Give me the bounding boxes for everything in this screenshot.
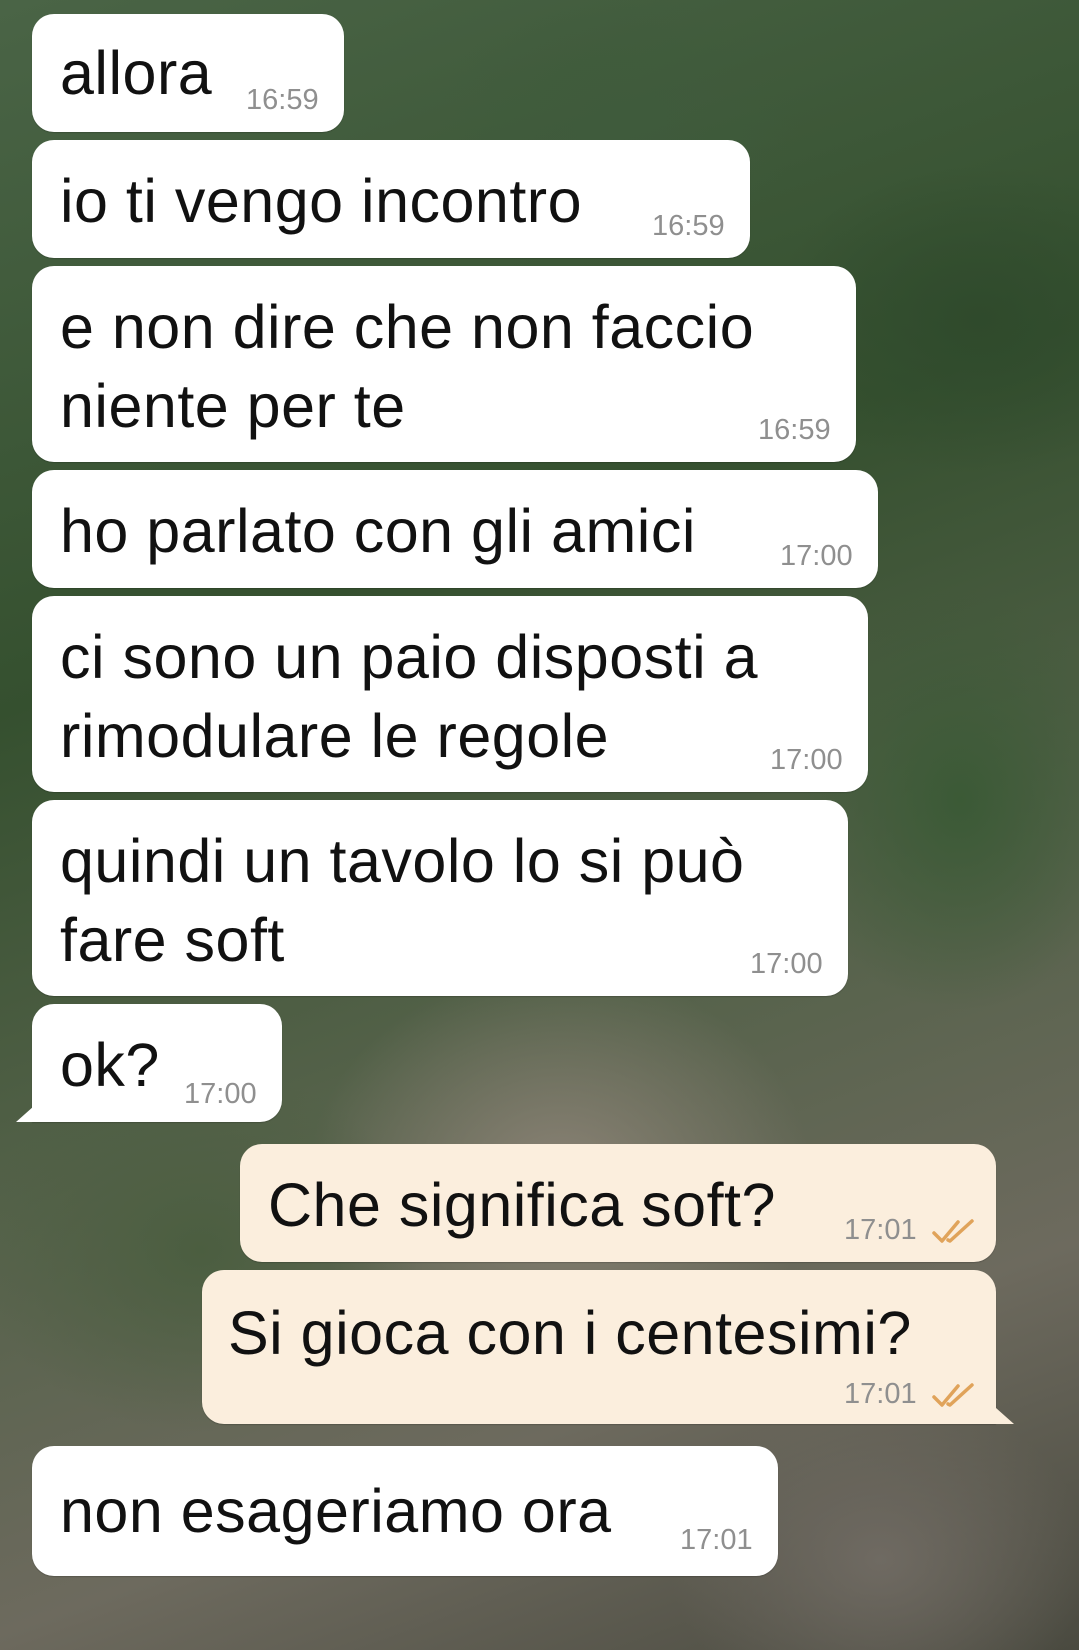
- message-text: e non dire che non faccio niente per te: [60, 293, 755, 440]
- message-bubble-incoming[interactable]: allora 16:59: [32, 14, 344, 132]
- message-bubble-outgoing[interactable]: Che significa soft? 17:01: [240, 1144, 996, 1262]
- message-text: allora: [60, 39, 213, 107]
- message-bubble-incoming[interactable]: non esageriamo ora 17:01: [32, 1446, 778, 1576]
- message-bubble-outgoing[interactable]: Si gioca con i centesimi? 17:01: [202, 1270, 996, 1424]
- message-timestamp: 17:01: [680, 1524, 753, 1556]
- message-text: quindi un tavolo lo si può fare soft: [60, 827, 745, 974]
- message-timestamp: 17:00: [780, 540, 853, 572]
- message-bubble-incoming[interactable]: ho parlato con gli amici 17:00: [32, 470, 878, 588]
- message-bubble-incoming[interactable]: quindi un tavolo lo si può fare soft 17:…: [32, 800, 848, 996]
- message-text: ok?: [60, 1031, 160, 1099]
- double-check-read-icon: [932, 1383, 974, 1407]
- message-bubble-incoming[interactable]: io ti vengo incontro 16:59: [32, 140, 750, 258]
- message-timestamp: 17:01: [844, 1378, 917, 1410]
- message-text: io ti vengo incontro: [60, 167, 583, 235]
- message-text: ci sono un paio disposti a rimodulare le…: [60, 623, 758, 770]
- message-timestamp: 17:01: [844, 1214, 917, 1246]
- message-bubble-incoming[interactable]: ok? 17:00: [32, 1004, 282, 1122]
- bubble-tail: [16, 1106, 34, 1122]
- double-check-read-icon: [932, 1219, 974, 1243]
- message-timestamp: 17:00: [184, 1078, 257, 1110]
- message-timestamp: 16:59: [652, 210, 725, 242]
- message-text: non esageriamo ora: [60, 1477, 612, 1545]
- message-timestamp: 16:59: [246, 84, 319, 116]
- message-bubble-incoming[interactable]: e non dire che non faccio niente per te …: [32, 266, 856, 462]
- message-text: ho parlato con gli amici: [60, 497, 696, 565]
- bubble-tail: [996, 1408, 1014, 1424]
- message-bubble-incoming[interactable]: ci sono un paio disposti a rimodulare le…: [32, 596, 868, 792]
- message-timestamp: 17:00: [750, 948, 823, 980]
- message-timestamp: 17:00: [770, 744, 843, 776]
- message-text: Si gioca con i centesimi?: [228, 1299, 912, 1367]
- message-timestamp: 16:59: [758, 414, 831, 446]
- message-text: Che significa soft?: [268, 1171, 776, 1239]
